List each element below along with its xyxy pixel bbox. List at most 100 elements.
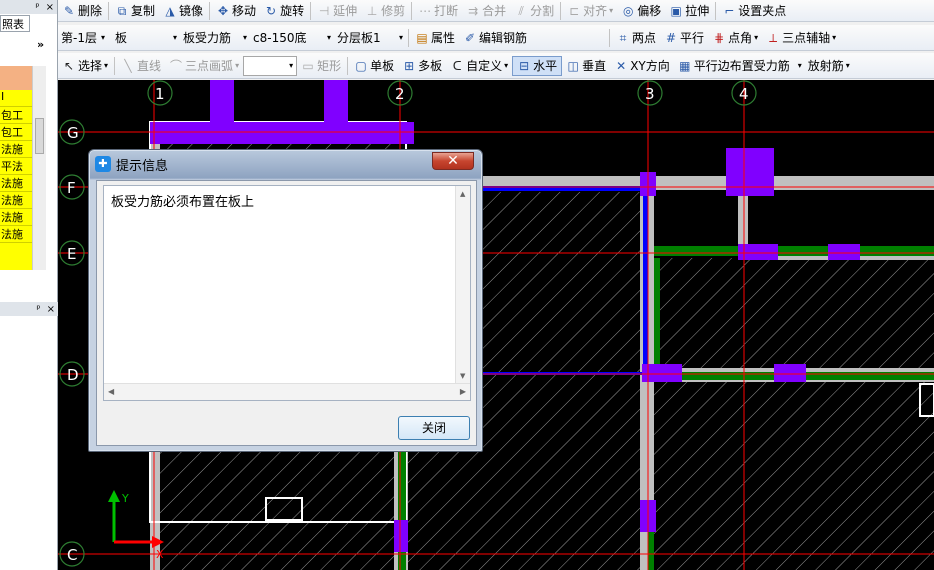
multi-board-icon: ⊞: [404, 58, 415, 73]
component-select[interactable]: 板受力筋 ▾: [180, 28, 250, 48]
copy-button[interactable]: ⧉ 复制: [111, 1, 159, 21]
close-icon[interactable]: ×: [47, 304, 55, 315]
axis-bubble-3[interactable]: 3: [637, 80, 663, 106]
split-icon: ⫽: [518, 3, 524, 18]
scroll-down-icon[interactable]: ▼: [460, 372, 465, 380]
message-box[interactable]: 板受力筋必须布置在板上 ▲ ▼ ◀ ▶: [103, 185, 471, 401]
mirror-icon: ◮: [165, 3, 175, 18]
component-toolbar: 第-1层 ▾ 板 ▾ 板受力筋 ▾ c8-150底 ▾ 分层板1 ▾ ▤ 属性 ✐ 编辑钢筋 …: [58, 25, 934, 51]
properties-button[interactable]: ▤ 属性: [411, 28, 459, 48]
two-points-button[interactable]: ⌗ 两点: [612, 28, 660, 48]
list-item[interactable]: 法施: [0, 226, 32, 243]
break-button[interactable]: ⋯ 打断: [414, 1, 462, 21]
align-icon: ⊏: [569, 3, 580, 18]
horizontal-icon: ⊟: [519, 58, 530, 73]
svg-text:E: E: [67, 245, 76, 263]
eraser-icon: ✎: [63, 3, 75, 18]
merge-button[interactable]: ⇉ 合并: [462, 1, 510, 21]
dialog-titlebar[interactable]: ✚ 提示信息: [95, 153, 168, 175]
move-button[interactable]: ✥ 移动: [212, 1, 260, 21]
three-point-axis-button[interactable]: ⟂ 三点辅轴 ▾: [762, 28, 840, 48]
draw-combo[interactable]: ▾: [243, 55, 298, 76]
trim-button[interactable]: ⊥ 修剪: [361, 1, 409, 21]
scroll-left-icon[interactable]: ◀: [108, 387, 114, 396]
svg-text:X: X: [156, 548, 164, 561]
svg-text:D: D: [67, 366, 79, 384]
stretch-icon: ▣: [670, 3, 682, 18]
list-item[interactable]: 法施: [0, 192, 32, 209]
custom-button[interactable]: ᑕ 自定义 ▾: [446, 56, 512, 76]
radial-button[interactable]: ▾ 放射筋 ▾: [794, 56, 854, 76]
horizontal-button[interactable]: ⊟ 水平: [512, 55, 563, 76]
list-item[interactable]: 包工: [0, 107, 32, 124]
parallel-button[interactable]: # 平行: [660, 28, 708, 48]
multi-board-button[interactable]: ⊞ 多板: [398, 56, 446, 76]
single-board-button[interactable]: ▢ 单板: [350, 56, 398, 76]
rotate-button[interactable]: ↻ 旋转: [260, 1, 308, 21]
break-icon: ⋯: [419, 3, 432, 18]
column: [150, 122, 414, 144]
arc-icon: ⌒: [170, 58, 183, 73]
rect-icon: ▭: [302, 58, 314, 73]
delete-button[interactable]: ✎ 删除: [58, 1, 106, 21]
split-button[interactable]: ⫽ 分割: [510, 1, 558, 21]
scroll-right-icon[interactable]: ▶: [460, 387, 466, 396]
horizontal-scrollbar[interactable]: ◀ ▶: [104, 383, 470, 400]
slab-upper-right[interactable]: [650, 258, 934, 370]
component-type-select[interactable]: 板 ▾: [112, 28, 180, 48]
expand-icon[interactable]: »: [37, 38, 44, 51]
column: [726, 148, 774, 196]
vertical-button[interactable]: ◫ 垂直: [562, 56, 610, 76]
svg-text:G: G: [67, 124, 79, 142]
point-angle-button[interactable]: ⋕ 点角 ▾: [708, 28, 762, 48]
list-item[interactable]: I: [0, 90, 32, 107]
parallel-icon: #: [666, 30, 677, 45]
column: [394, 520, 408, 552]
vertical-scrollbar[interactable]: ▲ ▼: [455, 186, 470, 384]
dialog-body: 板受力筋必须布置在板上 ▲ ▼ ◀ ▶ 关闭: [96, 180, 477, 446]
floor-select[interactable]: 第-1层 ▾: [58, 28, 112, 48]
pin-icon[interactable]: ᵖ: [36, 304, 40, 315]
list-header: [0, 66, 32, 90]
axis-bubble-1[interactable]: 1: [147, 80, 173, 106]
layer-select[interactable]: 分层板1 ▾: [334, 28, 406, 48]
list-item[interactable]: 法施: [0, 209, 32, 226]
list-item[interactable]: 平法: [0, 158, 32, 175]
cursor-icon: ↖: [63, 58, 75, 73]
xy-direction-button[interactable]: ✕ XY方向: [610, 56, 674, 76]
axis-bubble-2[interactable]: 2: [387, 80, 413, 106]
list-item[interactable]: 法施: [0, 175, 32, 192]
close-button[interactable]: 关闭: [398, 416, 470, 440]
scroll-thumb[interactable]: [35, 118, 44, 154]
pin-icon[interactable]: ᵖ: [35, 2, 39, 13]
grip-icon: ⌐: [724, 3, 735, 18]
rect-button[interactable]: ▭ 矩形: [297, 56, 345, 76]
properties-icon: ▤: [416, 30, 428, 45]
set-grip-button[interactable]: ⌐ 设置夹点: [718, 1, 790, 21]
offset-button[interactable]: ◎ 偏移: [617, 1, 665, 21]
left-panel-tab[interactable]: 照表: [0, 15, 30, 32]
scroll-up-icon[interactable]: ▲: [460, 190, 465, 198]
axis-bubble-4[interactable]: 4: [731, 80, 757, 106]
extend-button[interactable]: ⊣ 延伸: [313, 1, 361, 21]
spec-select[interactable]: c8-150底 ▾: [250, 28, 334, 48]
mirror-button[interactable]: ◮ 镜像: [159, 1, 207, 21]
trim-icon: ⊥: [366, 3, 378, 18]
slab-lower-right[interactable]: [650, 378, 934, 570]
line-button[interactable]: ╲ 直线: [117, 56, 165, 76]
select-button[interactable]: ↖ 选择 ▾: [58, 56, 112, 76]
list-item[interactable]: 法施: [0, 141, 32, 158]
rotate-icon: ↻: [266, 3, 277, 18]
edit-rebar-button[interactable]: ✐ 编辑钢筋: [459, 28, 531, 48]
list-scrollbar[interactable]: [32, 66, 46, 270]
list-item[interactable]: 包工: [0, 124, 32, 141]
svg-text:2: 2: [395, 85, 405, 103]
dialog-close-icon[interactable]: ✕: [432, 152, 474, 170]
close-icon[interactable]: ×: [46, 2, 54, 13]
stretch-button[interactable]: ▣ 拉伸: [665, 1, 713, 21]
arc-button[interactable]: ⌒ 三点画弧 ▾: [165, 56, 243, 76]
parallel-edge-button[interactable]: ▦ 平行边布置受力筋: [674, 56, 794, 76]
column: [828, 244, 860, 260]
three-point-axis-icon: ⟂: [769, 30, 778, 45]
align-button[interactable]: ⊏ 对齐 ▾: [563, 1, 617, 21]
